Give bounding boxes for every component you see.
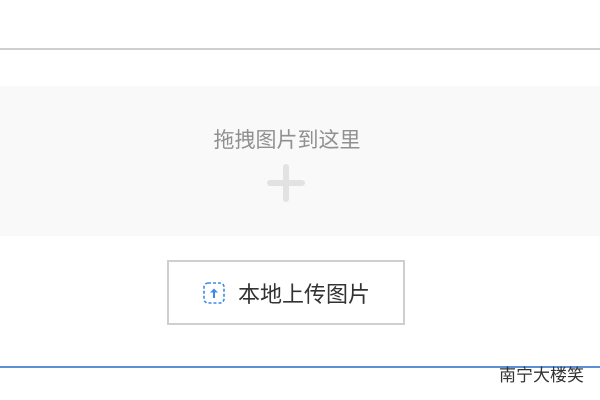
clipped-footer-text: 南宁大楼笑 [499, 366, 584, 386]
dropzone-hint: 拖拽图片到这里 [213, 128, 361, 152]
image-upload-panel: 拖拽图片到这里 本地上传图片 南宁大楼笑 [0, 0, 600, 400]
upload-icon [203, 281, 225, 304]
local-upload-button[interactable]: 本地上传图片 [167, 260, 405, 325]
top-divider [0, 48, 600, 50]
image-dropzone[interactable] [0, 86, 600, 236]
plus-icon[interactable] [267, 164, 305, 202]
upload-button-label: 本地上传图片 [237, 282, 370, 308]
